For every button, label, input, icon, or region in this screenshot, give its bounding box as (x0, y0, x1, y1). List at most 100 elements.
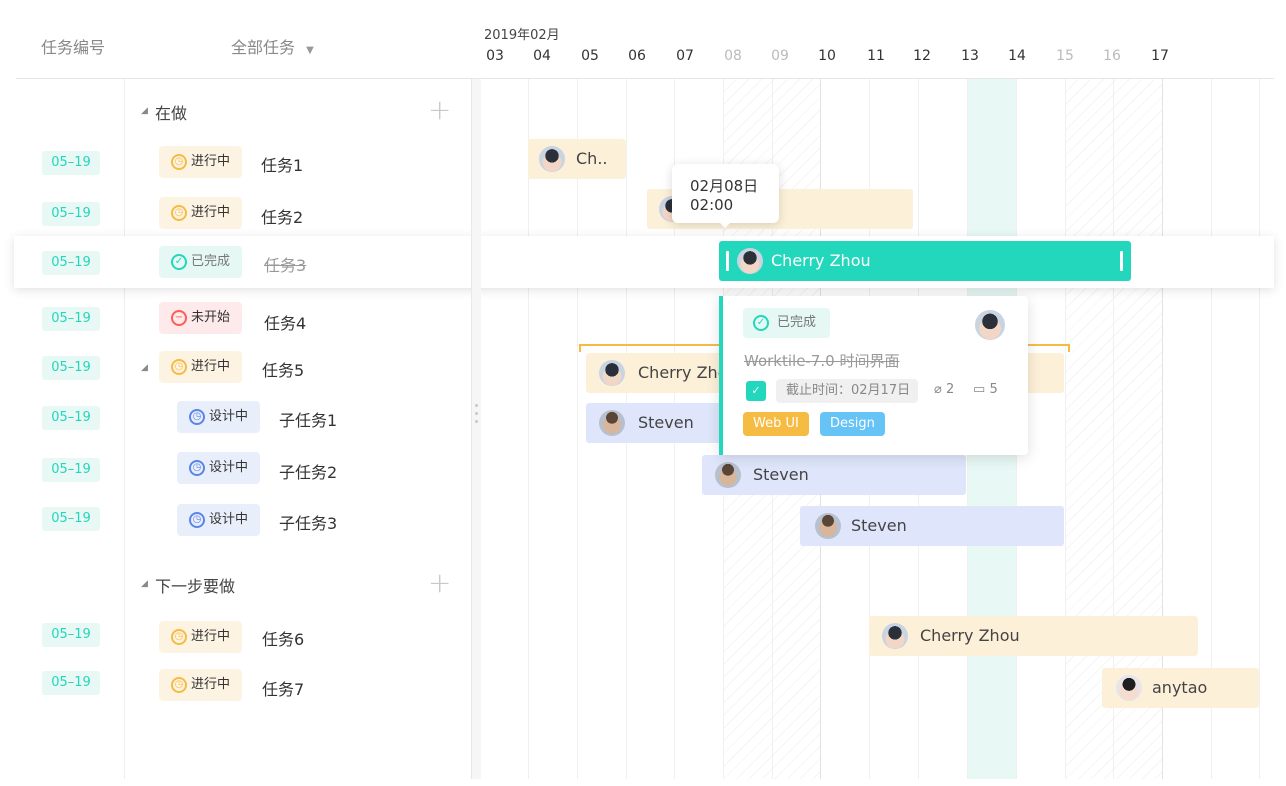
add-task-button[interactable]: + (428, 569, 451, 597)
status-badge-done[interactable]: ✓ 已完成 (159, 246, 243, 278)
comment-count[interactable]: ▭ 5 (973, 382, 998, 397)
day-label: 14 (1008, 48, 1026, 64)
collapse-caret-icon[interactable]: ◢ (141, 106, 148, 116)
status-badge-doing[interactable]: ◷ 进行中 (159, 669, 243, 701)
status-badge-designing[interactable]: ◷ 设计中 (177, 401, 261, 433)
gantt-bar-task3[interactable]: Cherry Zhou (719, 241, 1131, 281)
day-label: 13 (961, 48, 979, 64)
due-date-chip: 截止时间：02月17日 (776, 379, 919, 403)
bar-assignee-label: Ch.. (576, 149, 608, 168)
day-gridline (577, 79, 578, 779)
collapse-caret-icon[interactable]: ◢ (141, 579, 148, 589)
status-badge-designing[interactable]: ◷ 设计中 (177, 504, 261, 536)
group-title-next[interactable]: 下一步要做 (155, 573, 235, 597)
gantt-bar-subtask3[interactable]: Steven (800, 506, 1064, 546)
tag-web-ui[interactable]: Web UI (743, 412, 809, 436)
day-gridline (1065, 79, 1066, 779)
female-avatar (599, 360, 625, 386)
female-avatar (737, 248, 763, 274)
bar-assignee-label: Steven (638, 413, 694, 432)
clock-icon: ◷ (171, 154, 187, 170)
clock-icon: ◷ (171, 677, 187, 693)
day-label: 12 (913, 48, 931, 64)
bar-assignee-label: Cherry Zhou (920, 626, 1020, 645)
task-filter-dropdown[interactable]: 全部任务 ▼ (231, 34, 314, 58)
drag-handle-icon[interactable] (475, 420, 478, 423)
subtask-name[interactable]: 子任务2 (279, 459, 337, 483)
clock-icon: ◷ (171, 629, 187, 645)
clock-icon: ◷ (171, 359, 187, 375)
day-label: 08 (724, 48, 742, 64)
bar-assignee-label: Steven (851, 516, 907, 535)
day-label: 10 (818, 48, 836, 64)
task-name[interactable]: 任务5 (262, 357, 304, 381)
task-name[interactable]: 任务3 (264, 252, 306, 276)
drag-handle-icon[interactable] (475, 404, 478, 407)
attachment-count[interactable]: ⌀ 2 (934, 382, 954, 397)
gantt-bar-task7[interactable]: anytao (1102, 668, 1259, 708)
paperclip-icon: ⌀ (934, 382, 942, 397)
task-name[interactable]: 任务4 (264, 310, 306, 334)
clock-icon: ◷ (171, 205, 187, 221)
day-label: 05 (581, 48, 599, 64)
day-label: 15 (1056, 48, 1074, 64)
collapse-caret-icon[interactable]: ◢ (141, 363, 148, 373)
task-name[interactable]: 任务7 (262, 676, 304, 700)
clock-icon: ◷ (189, 409, 205, 425)
task-type-icon: ✓ (746, 381, 766, 401)
resize-handle-right[interactable] (1120, 251, 1123, 271)
column-divider (124, 79, 125, 779)
add-task-button[interactable]: + (428, 96, 451, 124)
resize-handle-left[interactable] (726, 251, 729, 271)
tag-design[interactable]: Design (820, 412, 885, 436)
female-avatar (1116, 675, 1142, 701)
due-date-badge: 05–19 (42, 671, 100, 695)
status-badge-not-started[interactable]: − 未开始 (159, 302, 243, 334)
subtask-name[interactable]: 子任务3 (279, 510, 337, 534)
pane-splitter[interactable] (471, 79, 481, 779)
status-badge-doing[interactable]: ◷ 进行中 (159, 621, 243, 653)
check-circle-icon: ✓ (753, 315, 769, 331)
day-gridline (1259, 79, 1260, 779)
bar-assignee-label: Cherry Zhou (771, 251, 871, 270)
task-name[interactable]: 任务1 (261, 152, 303, 176)
female-avatar (882, 623, 908, 649)
task-name[interactable]: 任务6 (262, 626, 304, 650)
assignee-avatar[interactable] (975, 310, 1005, 340)
male-avatar (599, 410, 625, 436)
chevron-down-icon: ▼ (306, 45, 314, 56)
status-badge-doing[interactable]: ◷ 进行中 (159, 197, 243, 229)
subtask-name[interactable]: 子任务1 (279, 407, 337, 431)
day-label: 07 (676, 48, 694, 64)
gantt-bar-task6[interactable]: Cherry Zhou (869, 616, 1198, 656)
due-date-badge: 05–19 (42, 307, 100, 331)
task-filter-label: 全部任务 (231, 38, 296, 57)
task-detail-card[interactable]: ✓ 已完成 Worktile-7.0 时间界面 ✓ 截止时间：02月17日 ⌀ … (719, 296, 1028, 455)
male-avatar (815, 513, 841, 539)
status-badge-designing[interactable]: ◷ 设计中 (177, 452, 261, 484)
status-badge-doing[interactable]: ◷ 进行中 (159, 146, 243, 178)
task-name[interactable]: 任务2 (261, 204, 303, 228)
status-badge-doing[interactable]: ◷ 进行中 (159, 351, 243, 383)
check-circle-icon: ✓ (171, 254, 187, 270)
day-label: 09 (771, 48, 789, 64)
gantt-bar-subtask2[interactable]: Steven (702, 455, 966, 495)
day-label: 06 (628, 48, 646, 64)
clock-icon: ◷ (189, 460, 205, 476)
due-date-badge: 05–19 (42, 202, 100, 226)
gantt-bar-task1[interactable]: Ch.. (528, 139, 626, 179)
card-task-title[interactable]: Worktile-7.0 时间界面 (744, 350, 899, 371)
group-title-doing[interactable]: 在做 (155, 100, 187, 124)
gantt-bar-subtask1[interactable]: Steven (586, 403, 724, 443)
drag-time-tooltip: 02月08日 02:00 (672, 164, 779, 223)
clock-icon: ◷ (189, 512, 205, 528)
due-date-badge: 05–19 (42, 356, 100, 380)
status-badge-done[interactable]: ✓ 已完成 (743, 308, 831, 338)
bar-assignee-label: anytao (1152, 678, 1208, 697)
due-date-badge: 05–19 (42, 623, 100, 647)
due-date-badge: 05–19 (42, 458, 100, 482)
drag-handle-icon[interactable] (475, 412, 478, 415)
tooltip-date: 02月08日 (690, 177, 759, 195)
due-date-badge: 05–19 (42, 251, 100, 275)
bar-assignee-label: Steven (753, 465, 809, 484)
